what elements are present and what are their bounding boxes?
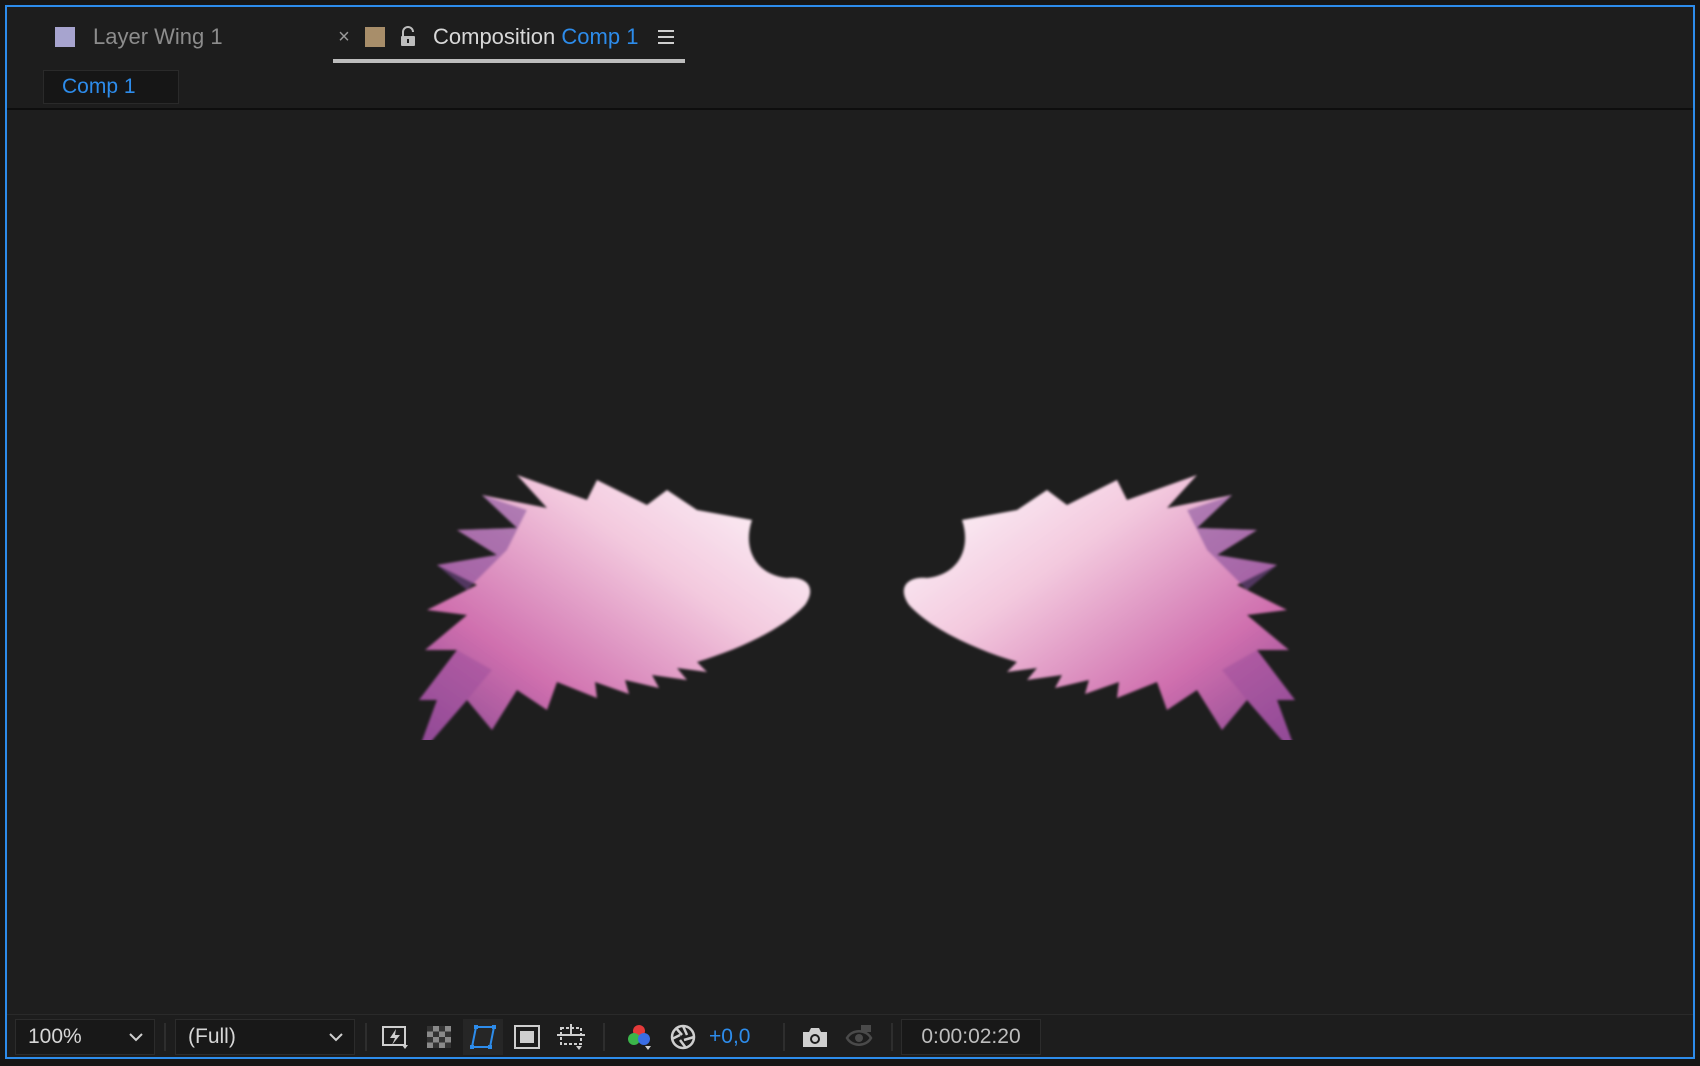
current-time-display[interactable]: 0:00:02:20 [901,1019,1041,1055]
panel-tab-bar: Layer Wing 1 × Composition Comp 1 [7,7,1693,65]
tab-layer-label: Layer Wing 1 [93,24,223,49]
region-of-interest-button[interactable] [507,1019,547,1055]
composition-viewer[interactable] [7,110,1693,1019]
fast-previews-button[interactable] [375,1019,415,1055]
comp-tab-name: Comp 1 [561,24,639,49]
comp-tab-title: Composition Comp 1 [433,24,638,50]
toggle-guides-button[interactable] [551,1019,591,1055]
comp-color-swatch [365,27,385,47]
chevron-down-icon [329,1033,343,1042]
snapshot-icon [803,1028,827,1047]
comp-navigator-row: Comp 1 [7,65,1693,107]
mask-path-visibility-button[interactable] [463,1019,503,1055]
tab-layer[interactable]: Layer Wing 1 [55,17,223,57]
fast-previews-icon [382,1026,408,1049]
viewer-toolbar: 100% (Full) +0,0 0:00:02:20 [7,1014,1693,1057]
reset-exposure-button[interactable] [663,1019,703,1055]
zoom-value: 100% [28,1025,82,1048]
toggle-guides-icon [557,1024,585,1050]
comp-breadcrumb[interactable]: Comp 1 [43,70,179,104]
comp-tab-prefix: Composition [433,24,556,49]
transparency-grid-button[interactable] [419,1019,459,1055]
show-snapshot-button[interactable] [839,1019,879,1055]
exposure-value[interactable]: +0,0 [709,1019,773,1055]
resolution-dropdown[interactable]: (Full) [175,1019,355,1055]
channel-icon [628,1025,651,1050]
mask-path-visibility-icon [470,1025,496,1049]
show-snapshot-icon [845,1025,873,1046]
close-icon[interactable]: × [333,26,355,49]
region-of-interest-icon [514,1025,540,1049]
take-snapshot-button[interactable] [795,1019,835,1055]
layer-color-swatch [55,27,75,47]
separator [603,1023,605,1051]
lock-icon[interactable] [397,26,419,48]
reset-exposure-icon [670,1024,696,1050]
chevron-down-icon [129,1033,143,1042]
composition-panel: Layer Wing 1 × Composition Comp 1 Comp 1 [5,5,1695,1059]
wings-layer-image[interactable] [397,400,1317,740]
separator [891,1023,893,1051]
active-tab-underline [333,59,685,63]
tab-composition[interactable]: × Composition Comp 1 [333,17,685,63]
show-channel-button[interactable] [619,1019,659,1055]
zoom-dropdown[interactable]: 100% [15,1019,155,1055]
transparency-grid-icon [427,1026,451,1048]
separator [365,1023,367,1051]
separator [783,1023,785,1051]
separator [164,1023,166,1051]
resolution-value: (Full) [188,1025,236,1048]
panel-menu-icon[interactable] [656,28,676,46]
